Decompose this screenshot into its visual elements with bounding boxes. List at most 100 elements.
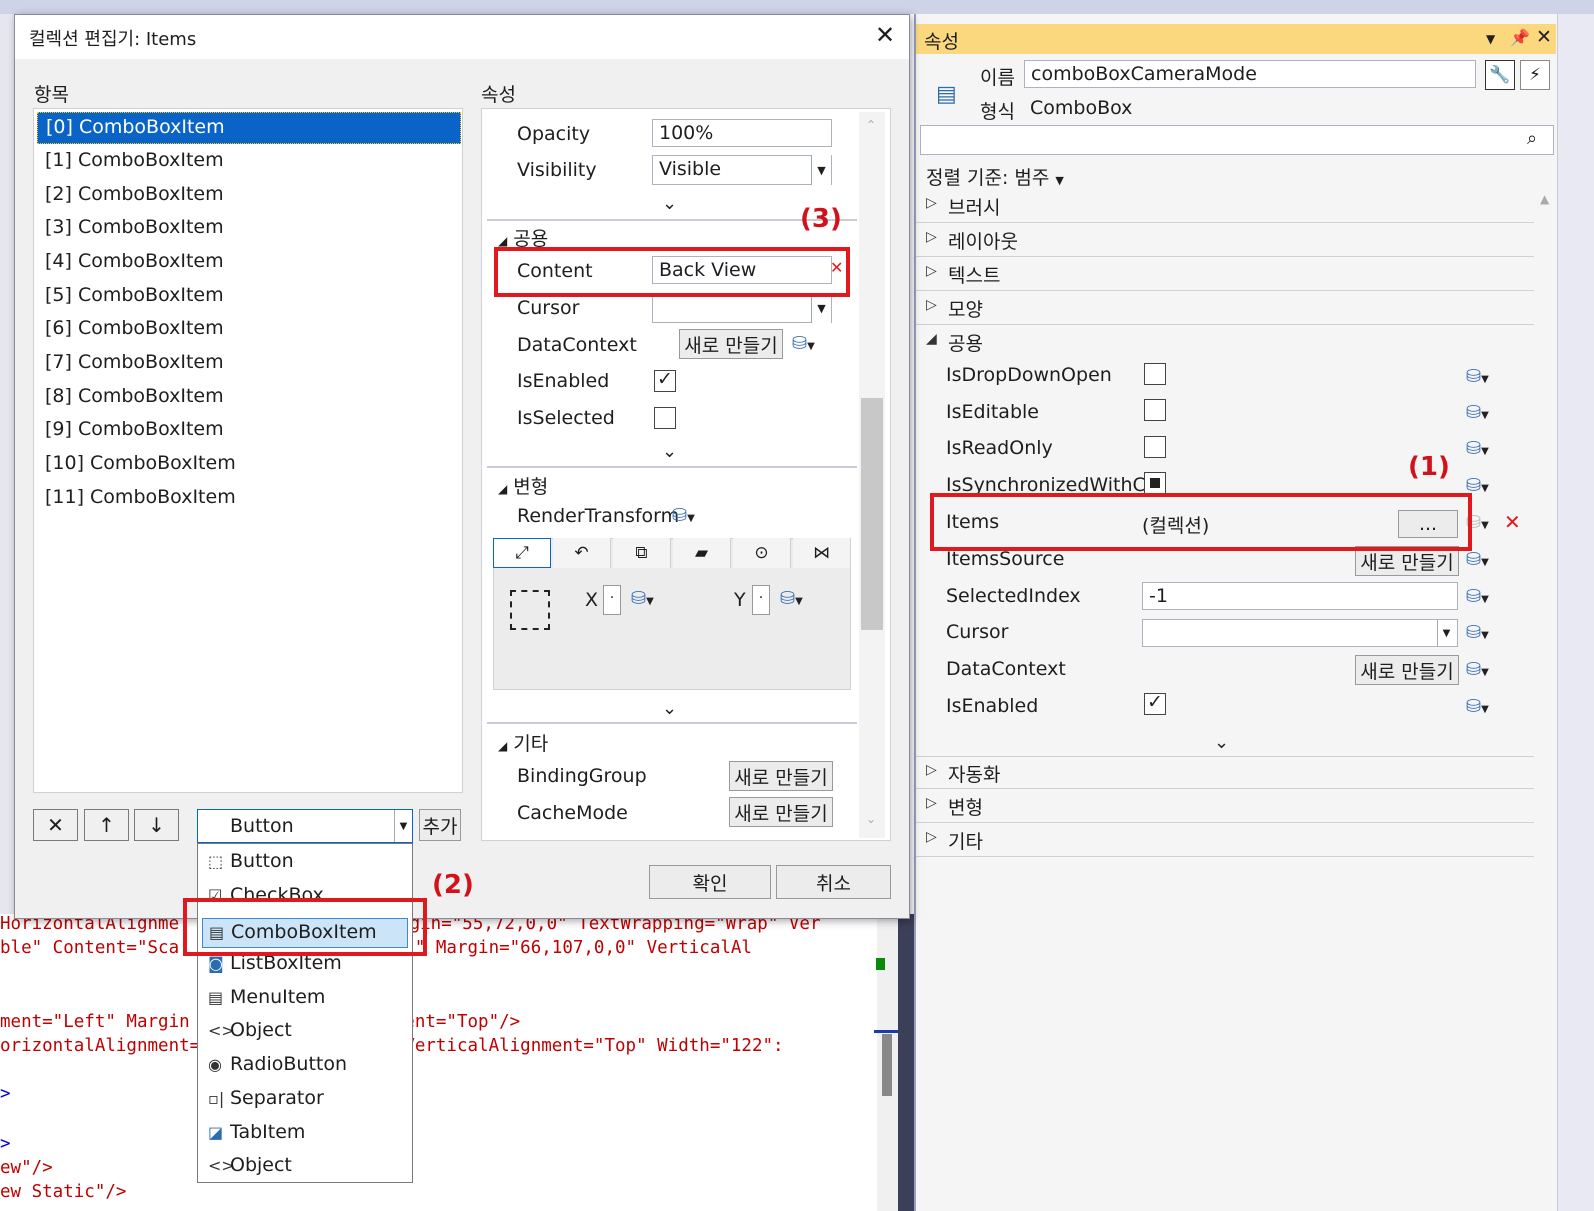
dropdown-item[interactable]: ◉ RadioButton — [208, 1053, 347, 1075]
chevron-down-icon[interactable]: ▼ — [394, 810, 412, 842]
properties-scrollbar[interactable]: ▲ — [1536, 190, 1556, 1190]
datacontext-new-button[interactable]: 새로 만들기 — [679, 329, 783, 359]
chevron-down-icon[interactable]: ▼ — [811, 155, 831, 185]
expand-advanced-chevron-icon[interactable]: ⌄ — [1214, 732, 1229, 753]
move-up-button[interactable]: ↑ — [84, 809, 129, 841]
expand-chevron-icon[interactable]: ⌄ — [662, 441, 677, 462]
item-type-dropdown[interactable]: ⬚ Button ☑ CheckBox ▤ ComboBoxItem ◙ ListBox… — [197, 843, 413, 1183]
category-common[interactable]: ◢ 공용 — [916, 326, 1534, 359]
delete-item-button[interactable]: ✕ — [33, 809, 78, 841]
section-transform[interactable]: ◢ 변형 — [498, 472, 548, 499]
iseditable-checkbox[interactable] — [1144, 399, 1166, 421]
category-layout[interactable]: ▷ 레이아웃 — [916, 224, 1534, 257]
dropdown-icon[interactable]: ▼ — [1486, 32, 1495, 46]
dropdown-item[interactable]: <>Object — [208, 1019, 292, 1041]
clear-value-icon[interactable]: ✕ — [1504, 510, 1521, 534]
name-field[interactable]: comboBoxCameraMode — [1024, 60, 1476, 88]
xaml-editor[interactable]: HorizontalAlignme Margin="55,72,0,0" Tex… — [0, 914, 900, 1211]
dialog-title: 컬렉션 편집기: Items — [29, 29, 197, 50]
isenabled-checkbox[interactable] — [654, 368, 676, 392]
cursor-combo[interactable]: ▼ — [652, 293, 832, 323]
skew-tab-icon[interactable]: ▰ — [673, 538, 731, 568]
binding-icon[interactable]: ⛁▼ — [792, 333, 815, 354]
scale-tab-icon[interactable]: ⧉ — [613, 538, 671, 568]
binding-icon[interactable]: ⛁▼ — [1466, 402, 1489, 423]
cancel-button[interactable]: 취소 — [776, 865, 891, 899]
dropdown-item[interactable]: ⬚ Button — [208, 850, 294, 872]
chevron-down-icon[interactable]: ▼ — [811, 293, 831, 323]
datacontext-label: DataContext — [517, 334, 637, 356]
scrollbar-thumb[interactable] — [861, 398, 883, 630]
list-item[interactable]: [8] ComboBoxItem — [37, 382, 461, 414]
section-misc[interactable]: ◢ 기타 — [498, 729, 548, 756]
translate-tab-icon[interactable]: ⤢ — [493, 538, 551, 568]
binding-icon[interactable]: ⛁▼ — [1466, 438, 1489, 459]
dropdown-item[interactable]: ▫| Separator — [208, 1087, 324, 1109]
binding-icon[interactable]: ⛁▼ — [1466, 622, 1489, 643]
list-item[interactable]: [10] ComboBoxItem — [37, 449, 461, 481]
cachemode-new-button[interactable]: 새로 만들기 — [729, 797, 833, 827]
flip-tab-icon[interactable]: ⋈ — [793, 538, 851, 568]
dropdown-item[interactable]: <>Object — [208, 1154, 292, 1176]
add-button[interactable]: 추가 — [419, 809, 461, 841]
events-lightning-icon[interactable]: ⚡ — [1520, 60, 1550, 90]
chevron-down-icon[interactable]: ▼ — [1437, 620, 1455, 646]
list-item[interactable]: [2] ComboBoxItem — [37, 180, 461, 212]
list-item[interactable]: [3] ComboBoxItem — [37, 213, 461, 245]
close-icon[interactable]: ✕ — [1536, 26, 1552, 48]
binding-icon[interactable]: ⛁▼ — [672, 505, 695, 526]
list-item[interactable]: [7] ComboBoxItem — [37, 348, 461, 380]
binding-icon[interactable]: ⛁▼ — [631, 588, 654, 609]
list-item[interactable]: [1] ComboBoxItem — [37, 146, 461, 178]
selectedindex-input[interactable]: -1 — [1142, 582, 1458, 610]
isdropdownopen-checkbox[interactable] — [1144, 363, 1166, 385]
anchor-point-icon[interactable] — [510, 590, 550, 630]
y-input[interactable]: . — [752, 585, 770, 615]
editor-scrollbar-thumb[interactable] — [882, 1034, 892, 1096]
expand-chevron-icon[interactable]: ⌄ — [662, 193, 677, 214]
move-down-button[interactable]: ↓ — [134, 809, 179, 841]
expand-chevron-icon[interactable]: ⌄ — [662, 698, 677, 719]
list-item[interactable]: [9] ComboBoxItem — [37, 415, 461, 447]
sort-by-dropdown[interactable]: 정렬 기준: 범주 ▼ — [926, 163, 1064, 190]
binding-icon[interactable]: ⛁▼ — [780, 588, 803, 609]
category-appearance[interactable]: ▷ 모양 — [916, 292, 1534, 325]
isenabled-checkbox[interactable] — [1144, 691, 1166, 715]
items-list[interactable]: [0] ComboBoxItem [1] ComboBoxItem [2] Co… — [33, 108, 463, 793]
binding-icon[interactable]: ⛁▼ — [1466, 586, 1489, 607]
list-item[interactable]: [11] ComboBoxItem — [37, 483, 461, 515]
property-search-input[interactable]: ⌕ — [920, 125, 1554, 155]
list-item[interactable]: [0] ComboBoxItem — [37, 112, 461, 144]
binding-icon[interactable]: ⛁▼ — [1466, 659, 1489, 680]
category-transform[interactable]: ▷ 변형 — [916, 790, 1534, 823]
category-text[interactable]: ▷ 텍스트 — [916, 258, 1534, 291]
ok-button[interactable]: 확인 — [649, 865, 771, 899]
item-type-combo[interactable]: Button ▼ — [197, 809, 413, 843]
list-item[interactable]: [4] ComboBoxItem — [37, 247, 461, 279]
list-item[interactable]: [6] ComboBoxItem — [37, 314, 461, 346]
dropdown-item[interactable]: ◪ TabItem — [208, 1121, 305, 1143]
binding-icon[interactable]: ⛁▼ — [1466, 549, 1489, 570]
pin-icon[interactable]: 📌 — [1510, 28, 1530, 47]
rotate-tab-icon[interactable]: ↶ — [553, 538, 611, 568]
category-automation[interactable]: ▷ 자동화 — [916, 756, 1534, 789]
datacontext-new-button[interactable]: 새로 만들기 — [1355, 655, 1459, 685]
properties-wrench-icon[interactable]: 🔧 — [1485, 60, 1515, 90]
visibility-combo[interactable]: Visible ▼ — [652, 155, 832, 185]
category-misc[interactable]: ▷ 기타 — [916, 824, 1534, 857]
x-input[interactable]: . — [603, 585, 621, 615]
cursor-combo[interactable]: ▼ — [1142, 619, 1458, 647]
binding-icon[interactable]: ⛁▼ — [1466, 366, 1489, 387]
bindinggroup-new-button[interactable]: 새로 만들기 — [729, 761, 833, 791]
isreadonly-checkbox[interactable] — [1144, 436, 1166, 458]
isselected-checkbox[interactable] — [654, 407, 676, 429]
close-icon[interactable]: ✕ — [875, 21, 895, 49]
dropdown-item[interactable]: ▤ MenuItem — [208, 986, 325, 1008]
list-item[interactable]: [5] ComboBoxItem — [37, 281, 461, 313]
properties-pane-scrollbar[interactable]: ⌃ ⌄ — [859, 112, 885, 838]
issynchronized-checkbox[interactable] — [1144, 472, 1166, 494]
category-brush[interactable]: ▷ 브러시 — [916, 190, 1534, 223]
center-point-tab-icon[interactable]: ⊙ — [733, 538, 791, 568]
binding-icon[interactable]: ⛁▼ — [1466, 696, 1489, 717]
opacity-input[interactable]: 100% — [652, 119, 832, 147]
